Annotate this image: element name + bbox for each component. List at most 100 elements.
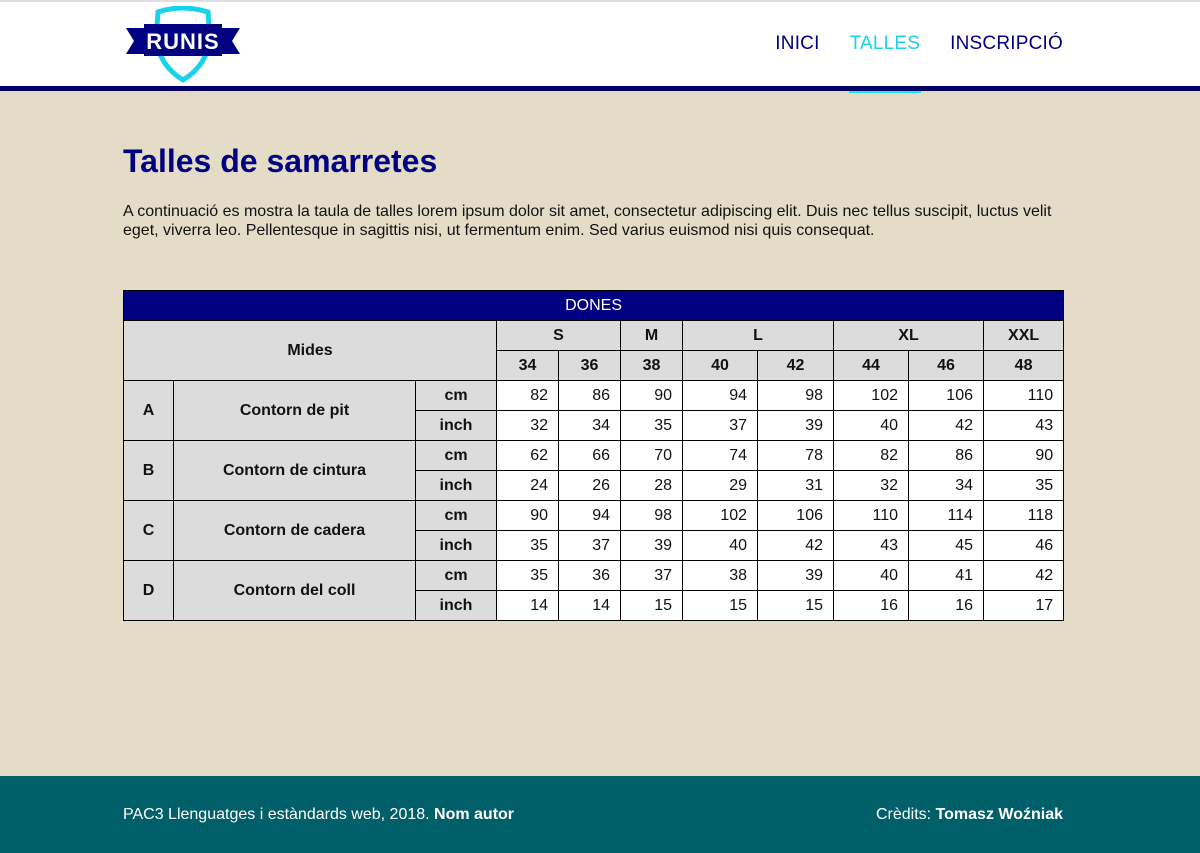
value-cm: 74: [682, 440, 758, 471]
unit-inch: inch: [415, 470, 497, 501]
value-cm: 106: [757, 500, 834, 531]
value-inch: 40: [833, 410, 909, 441]
size-table: DONES Mides S M L XL XXL 34 36 38 40 42 44 46 48 A Conto…: [122, 290, 1065, 621]
unit-inch: inch: [415, 530, 497, 561]
shield-logo-icon: RUNIS: [126, 5, 240, 83]
size-label: M: [620, 320, 683, 351]
value-inch: 17: [982, 590, 1065, 621]
table-row: B Contorn de cintura cm 62 66 70 74 78 82 86 90: [123, 440, 1065, 501]
table-row: C Contorn de cadera cm 90 94 98 102 106 110 114 11…: [123, 500, 1065, 561]
nav-inscripcio[interactable]: INSCRIPCIÓ: [950, 2, 1063, 86]
value-cm: 90: [496, 500, 559, 531]
intro-text: A continuació es mostra la taula de tall…: [123, 203, 1052, 239]
value-inch: 16: [833, 590, 909, 621]
value-cm: 90: [620, 380, 683, 411]
footer-text: PAC3 Llenguatges i estàndards web, 2018.: [123, 806, 435, 823]
value-inch: 31: [757, 470, 834, 501]
value-cm: 39: [757, 560, 834, 591]
value-inch: 40: [682, 530, 758, 561]
value-cm: 42: [982, 560, 1065, 591]
value-cm: 78: [757, 440, 834, 471]
unit-inch: inch: [415, 410, 497, 441]
size-label: S: [496, 320, 621, 351]
value-inch: 32: [496, 410, 559, 441]
size-number: 48: [982, 350, 1065, 381]
value-inch: 28: [620, 470, 683, 501]
measure-letter: A: [123, 380, 174, 441]
footer-author: Nom autor: [434, 806, 515, 823]
value-cm: 90: [982, 440, 1065, 471]
value-cm: 70: [620, 440, 683, 471]
measure-name: Contorn de pit: [173, 380, 416, 441]
logo-link[interactable]: RUNIS: [124, 5, 242, 84]
size-label-row: Mides S M L XL XXL: [123, 320, 1065, 381]
size-number: 44: [833, 350, 909, 381]
value-inch: 15: [620, 590, 683, 621]
size-number: 38: [620, 350, 683, 381]
value-inch: 26: [558, 470, 621, 501]
value-cm: 110: [833, 500, 909, 531]
unit-cm: cm: [415, 380, 497, 411]
value-cm: 36: [558, 560, 621, 591]
nav-inici[interactable]: INICI: [775, 2, 819, 86]
value-inch: 39: [757, 410, 834, 441]
value-inch: 45: [908, 530, 984, 561]
value-inch: 35: [496, 530, 559, 561]
value-inch: 35: [982, 470, 1065, 501]
value-inch: 43: [833, 530, 909, 561]
size-table-body: DONES Mides S M L XL XXL 34 36 38 40 42 44 46 48 A Conto…: [122, 290, 1065, 621]
unit-cm: cm: [415, 440, 497, 471]
measure-name: Contorn de cintura: [173, 440, 416, 501]
value-cm: 98: [757, 380, 834, 411]
mides-header: Mides: [123, 320, 497, 381]
value-cm: 37: [620, 560, 683, 591]
size-number: 46: [908, 350, 984, 381]
size-label: XXL: [982, 320, 1065, 351]
value-inch: 46: [982, 530, 1065, 561]
value-inch: 15: [682, 590, 758, 621]
value-cm: 102: [682, 500, 758, 531]
footer-left: PAC3 Llenguatges i estàndards web, 2018.…: [123, 806, 514, 824]
group-header: DONES: [122, 290, 1065, 321]
value-inch: 39: [620, 530, 683, 561]
measure-letter: C: [123, 500, 174, 561]
unit-cm: cm: [415, 560, 497, 591]
value-inch: 37: [682, 410, 758, 441]
value-cm: 35: [496, 560, 559, 591]
value-cm: 66: [558, 440, 621, 471]
value-cm: 94: [682, 380, 758, 411]
measure-name: Contorn de cadera: [173, 500, 416, 561]
site-header: RUNIS INICI TALLES INSCRIPCIÓ: [0, 2, 1200, 93]
value-cm: 110: [982, 380, 1065, 411]
value-inch: 37: [558, 530, 621, 561]
value-cm: 98: [620, 500, 683, 531]
main-nav: INICI TALLES INSCRIPCIÓ: [775, 2, 1063, 93]
value-cm: 114: [908, 500, 984, 531]
size-number: 40: [682, 350, 758, 381]
value-inch: 42: [908, 410, 984, 441]
value-cm: 82: [833, 440, 909, 471]
value-cm: 62: [496, 440, 559, 471]
table-row: D Contorn del coll cm 35 36 37 38 39 40 41 42: [123, 560, 1065, 621]
size-number: 34: [496, 350, 559, 381]
value-cm: 82: [496, 380, 559, 411]
value-inch: 35: [620, 410, 683, 441]
value-cm: 86: [558, 380, 621, 411]
size-label: XL: [833, 320, 984, 351]
value-inch: 29: [682, 470, 758, 501]
table-row: A Contorn de pit cm 82 86 90 94 98 102 106 110: [123, 380, 1065, 441]
value-inch: 34: [908, 470, 984, 501]
value-cm: 102: [833, 380, 909, 411]
value-cm: 118: [982, 500, 1065, 531]
value-cm: 106: [908, 380, 984, 411]
value-cm: 86: [908, 440, 984, 471]
size-number: 42: [757, 350, 834, 381]
value-inch: 32: [833, 470, 909, 501]
size-label: L: [682, 320, 834, 351]
header-rule: [0, 86, 1200, 91]
value-cm: 40: [833, 560, 909, 591]
value-inch: 16: [908, 590, 984, 621]
value-inch: 24: [496, 470, 559, 501]
value-cm: 38: [682, 560, 758, 591]
nav-talles[interactable]: TALLES: [848, 2, 921, 93]
